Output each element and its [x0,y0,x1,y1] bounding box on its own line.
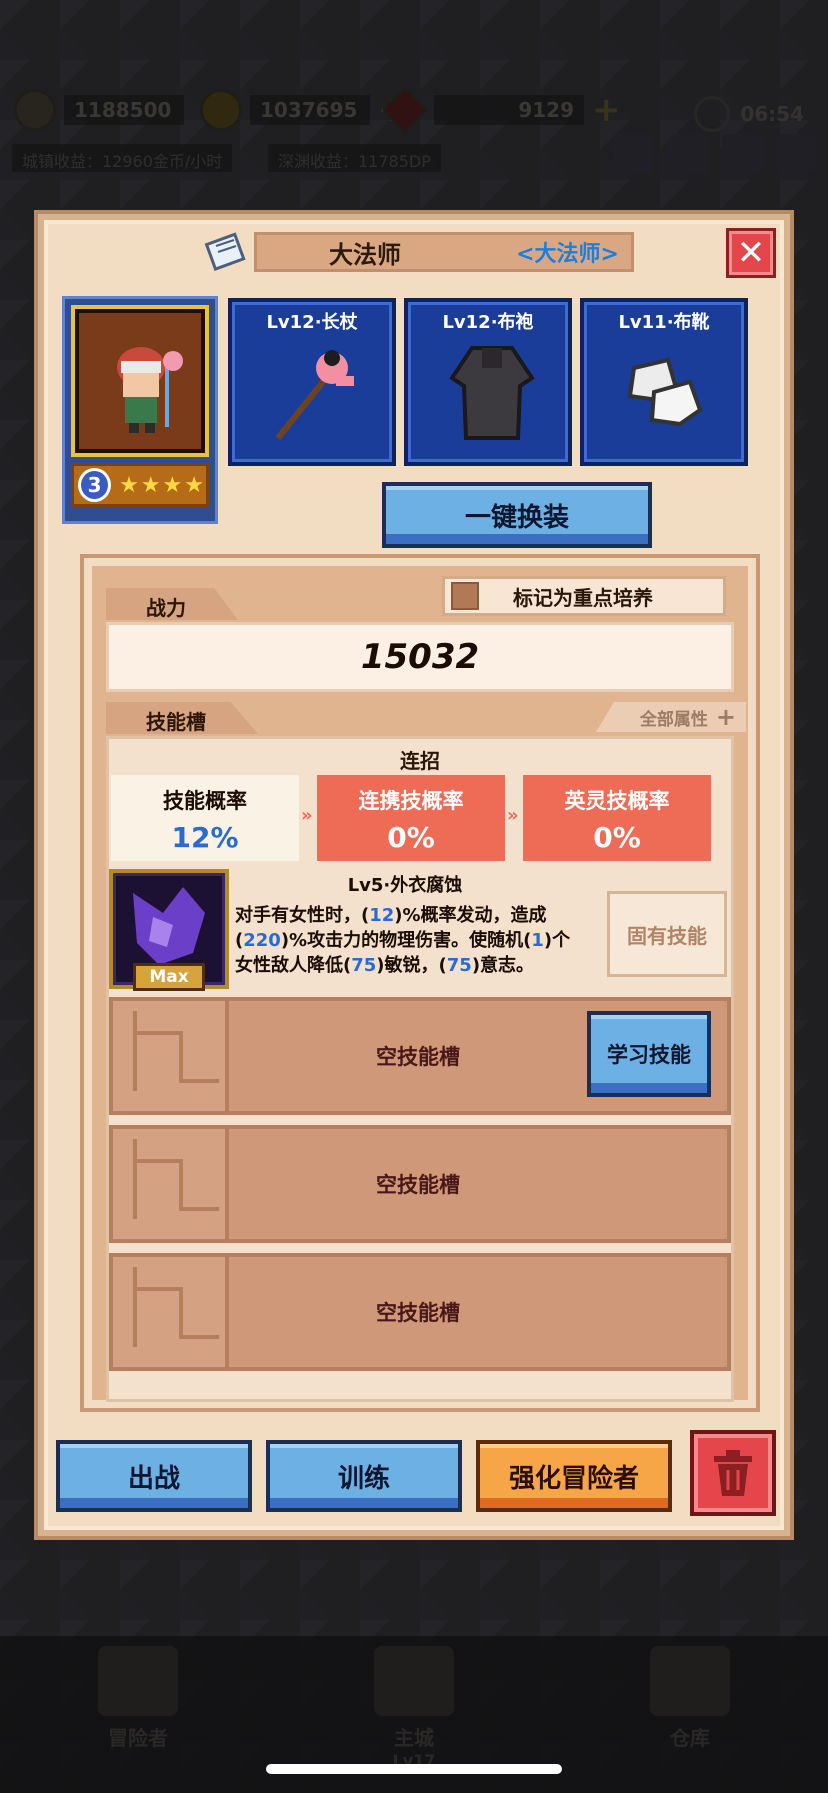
hero-sprite-icon [117,347,183,433]
close-button[interactable]: ✕ [726,228,776,278]
max-badge: Max [133,963,205,991]
desc-number: 12 [369,905,395,926]
empty-skill-slot-1[interactable]: 空技能槽 学习技能 [109,997,731,1115]
equip-slot-boots[interactable]: Lv11·布靴 [580,298,748,466]
dismiss-adventurer-button[interactable] [690,1430,776,1516]
spirit-rate-card: 英灵技概率 0% [523,775,711,861]
equip-slot-weapon[interactable]: Lv12·长杖 [228,298,396,466]
desc-number: 75 [351,955,377,976]
desc-text: )%攻击力的物理伤害。使随机( [280,930,532,951]
desc-number: 220 [243,930,281,951]
hero-name: 大法师 [329,240,401,269]
home-indicator[interactable] [266,1764,562,1774]
combo-title: 连招 [400,749,440,773]
stats-panel: 战力 标记为重点培养 15032 全部属性 + 技能槽 连招 技能概率 12% … [80,554,760,1412]
skill-name: Lv5·外衣腐蚀 [347,875,463,896]
empty-slot-label: 空技能槽 [376,1173,460,1197]
hero-detail-modal: 大法师 <大法师> ✕ 3 ★★★★ Lv12·长杖 Lv12·布袍 Lv11·… [38,214,790,1536]
close-icon: ✕ [736,233,766,273]
inherent-skill-badge: 固有技能 [607,891,727,977]
focus-label: 标记为重点培养 [513,585,653,610]
star-rating: ★★★★ [119,472,206,498]
boots-icon [627,357,703,427]
empty-slot-label: 空技能槽 [376,1045,460,1069]
slot-pattern [113,1257,229,1367]
equip-armor-label: Lv12·布袍 [442,312,534,333]
desc-text: 对手有女性时，( [235,905,370,926]
desc-number: 75 [446,955,472,976]
equip-slot-armor[interactable]: Lv12·布袍 [404,298,572,466]
skill-description-area: Lv5·外衣腐蚀 对手有女性时，(12)%概率发动，造成(220)%攻击力的物理… [235,869,575,989]
skill-slot-tab: 技能槽 [106,702,258,734]
power-value: 15032 [360,637,480,677]
focus-training-toggle[interactable]: 标记为重点培养 [442,576,726,616]
desc-number: 1 [531,930,544,951]
equip-boots-label: Lv11·布靴 [618,312,710,333]
rank-bar: 3 ★★★★ [71,463,209,507]
all-attributes-label: 全部属性 [639,709,708,730]
empty-slot-label: 空技能槽 [376,1301,460,1325]
power-tab: 战力 [106,588,238,620]
spirit-rate-value: 0% [593,821,641,854]
equip-weapon-label: Lv12·长杖 [266,312,358,333]
staff-icon [275,350,354,440]
slot-pattern [113,1001,229,1111]
learn-skill-button[interactable]: 学习技能 [587,1011,711,1097]
empty-skill-slot-2[interactable]: 空技能槽 [109,1125,731,1243]
skill-description: 对手有女性时，(12)%概率发动，造成(220)%攻击力的物理伤害。使随机(1)… [235,903,575,978]
quick-equip-button[interactable]: 一键换装 [382,482,652,548]
skills-area: 连招 技能概率 12% » 连携技概率 0% » 英灵技概率 0% Max Lv… [106,736,734,1402]
spirit-rate-label: 英灵技概率 [564,789,670,813]
skill-rate-card: 技能概率 12% [111,775,299,861]
plus-icon: + [715,703,736,731]
desc-text: )意志。 [471,955,535,976]
enhance-adventurer-button[interactable]: 强化冒险者 [476,1440,672,1512]
rank-badge: 3 [78,468,112,502]
focus-checkbox[interactable] [451,582,479,610]
owned-skill-row: Max Lv5·外衣腐蚀 对手有女性时，(12)%概率发动，造成(220)%攻击… [109,869,731,991]
empty-skill-slot-3[interactable]: 空技能槽 [109,1253,731,1371]
power-value-box: 15032 [106,622,734,692]
portrait-frame [71,305,209,457]
skill-rate-value: 12% [171,821,239,854]
deploy-button[interactable]: 出战 [56,1440,252,1512]
train-button[interactable]: 训练 [266,1440,462,1512]
hero-class: <大法师> [516,242,619,267]
slot-pattern [113,1129,229,1239]
skill-icon-slot[interactable]: Max [109,869,229,991]
chain-rate-value: 0% [387,821,435,854]
title-bar: 大法师 <大法师> [254,232,634,272]
desc-text: )敏锐，( [376,955,447,976]
skill-rate-label: 技能概率 [163,789,247,813]
chain-rate-card: 连携技概率 0% [317,775,505,861]
chevron-right-icon: » [301,805,313,826]
scroll-icon [204,232,246,271]
chain-rate-label: 连携技概率 [358,789,464,813]
trash-icon [714,1450,752,1496]
chevron-right-icon: » [507,805,519,826]
all-attributes-button[interactable]: 全部属性 + [596,702,746,732]
hero-portrait[interactable]: 3 ★★★★ [62,296,218,524]
robe-icon [449,346,535,440]
